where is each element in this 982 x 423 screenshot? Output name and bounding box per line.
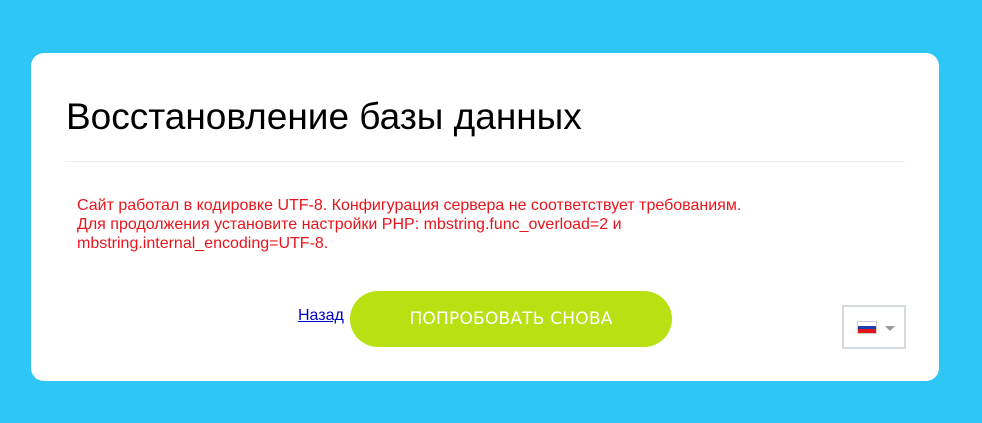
- language-select[interactable]: [842, 305, 906, 349]
- error-message: Сайт работал в кодировке UTF-8. Конфигур…: [77, 196, 857, 253]
- error-line-1: Сайт работал в кодировке UTF-8. Конфигур…: [77, 197, 742, 214]
- error-line-2: Для продолжения установите настройки PHP…: [77, 216, 622, 233]
- restore-card: Восстановление базы данных Сайт работал …: [31, 53, 939, 381]
- page-title: Восстановление базы данных: [66, 96, 582, 137]
- title-divider: [65, 161, 905, 162]
- error-line-3: mbstring.internal_encoding=UTF-8.: [77, 235, 329, 252]
- russia-flag-icon: [857, 321, 877, 334]
- caret-down-icon: [885, 326, 895, 331]
- retry-button[interactable]: ПОПРОБОВАТЬ СНОВА: [350, 291, 672, 347]
- back-link[interactable]: Назад: [298, 307, 344, 325]
